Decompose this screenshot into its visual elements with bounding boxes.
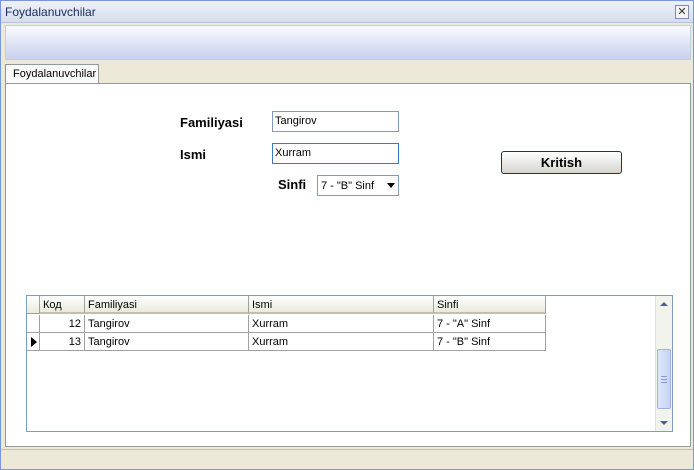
cell-kod[interactable]: 13	[40, 333, 85, 351]
chevron-down-icon	[387, 183, 395, 188]
header-sinfi[interactable]: Sinfi	[434, 296, 546, 314]
header-indicator-cell	[27, 296, 40, 314]
sinfi-select[interactable]: 7 - "B" Sinf	[317, 175, 399, 196]
cell-familiyasi[interactable]: Tangirov	[85, 315, 249, 333]
scrollbar-thumb[interactable]	[657, 349, 671, 409]
status-bar	[1, 449, 693, 469]
title-bar: Foydalanuvchilar ✕	[1, 1, 693, 23]
scroll-down-arrow-icon[interactable]	[660, 421, 668, 425]
ismi-input[interactable]: Xurram	[272, 143, 399, 164]
current-row-arrow-icon	[31, 337, 37, 347]
tab-label: Foydalanuvchilar	[13, 68, 97, 80]
row-indicator-cell[interactable]	[27, 315, 40, 333]
scroll-up-arrow-icon[interactable]	[660, 302, 668, 306]
cell-ismi[interactable]: Xurram	[249, 315, 434, 333]
window-title: Foydalanuvchilar	[5, 5, 96, 19]
header-familiyasi[interactable]: Familiyasi	[85, 296, 249, 314]
grip-line	[661, 379, 667, 380]
familiyasi-label: Familiyasi	[180, 115, 243, 130]
cell-sinfi[interactable]: 7 - "A" Sinf	[434, 315, 546, 333]
kritish-button[interactable]: Kritish	[501, 151, 622, 174]
sinfi-label: Sinfi	[278, 177, 307, 192]
vertical-scrollbar[interactable]	[655, 296, 672, 431]
cell-sinfi[interactable]: 7 - "B" Sinf	[434, 333, 546, 351]
header-ismi[interactable]: Ismi	[249, 296, 434, 314]
familiyasi-input[interactable]: Tangirov	[272, 111, 399, 132]
tab-foydalanuvchilar[interactable]: Foydalanuvchilar	[5, 64, 99, 84]
header-kod[interactable]: Код	[40, 296, 85, 314]
row-indicator-cell[interactable]	[27, 333, 40, 351]
table-row[interactable]: 12 Tangirov Xurram 7 - "A" Sinf	[27, 315, 546, 333]
grip-line	[661, 382, 667, 383]
grip-line	[661, 376, 667, 377]
grid-header-row: Код Familiyasi Ismi Sinfi	[27, 296, 546, 314]
data-grid[interactable]: Код Familiyasi Ismi Sinfi 12 Tangirov Xu…	[26, 295, 673, 432]
ismi-label: Ismi	[180, 147, 207, 162]
close-icon: ✕	[677, 6, 687, 18]
close-button[interactable]: ✕	[675, 5, 689, 19]
cell-ismi[interactable]: Xurram	[249, 333, 434, 351]
toolbar	[5, 25, 691, 60]
table-row[interactable]: 13 Tangirov Xurram 7 - "B" Sinf	[27, 333, 546, 351]
cell-familiyasi[interactable]: Tangirov	[85, 333, 249, 351]
main-window: Foydalanuvchilar ✕ Foydalanuvchilar Fami…	[0, 0, 694, 470]
cell-kod[interactable]: 12	[40, 315, 85, 333]
